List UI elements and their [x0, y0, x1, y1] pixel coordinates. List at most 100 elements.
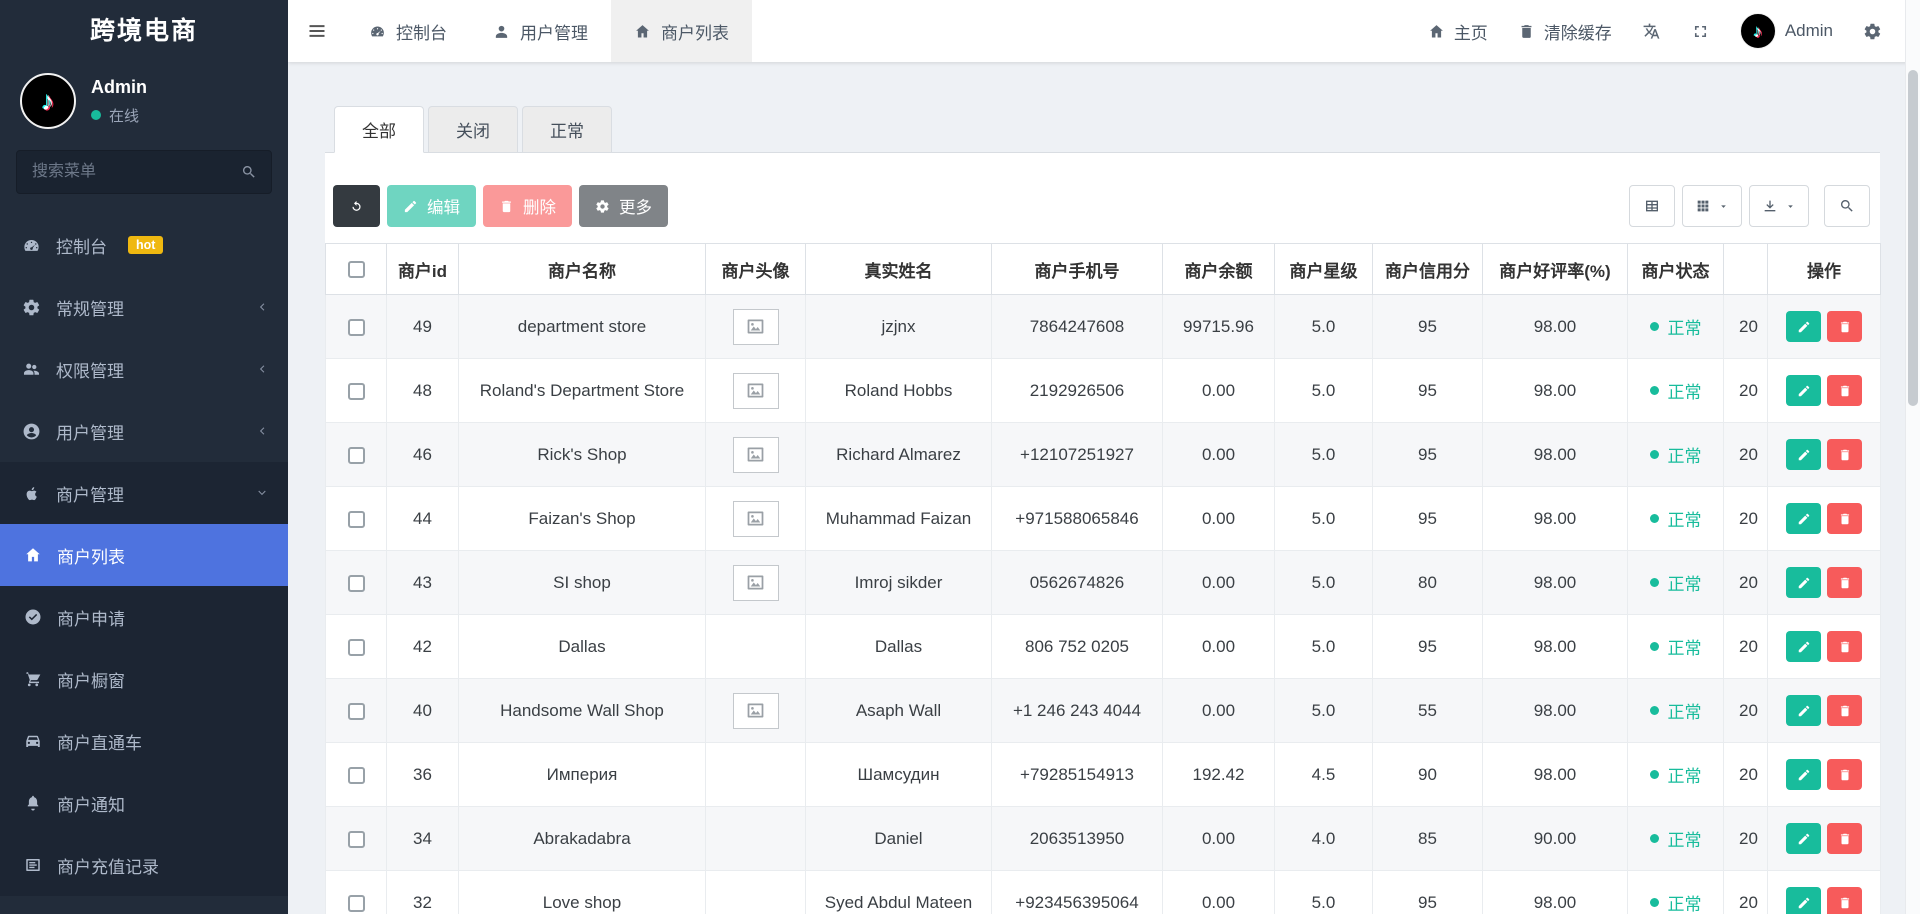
- select-all-checkbox[interactable]: [348, 261, 365, 278]
- language-button[interactable]: [1642, 22, 1661, 41]
- trash-icon: [1838, 768, 1852, 782]
- row-delete-button[interactable]: [1827, 375, 1862, 406]
- col-header-balance[interactable]: 商户余额: [1163, 244, 1275, 295]
- sidebar-item-general[interactable]: 常规管理: [0, 276, 288, 338]
- col-header-phone[interactable]: 商户手机号: [992, 244, 1163, 295]
- nav-tab-users[interactable]: 用户管理: [470, 0, 611, 62]
- more-button[interactable]: 更多: [579, 185, 668, 227]
- col-header-merchant-name[interactable]: 商户名称: [459, 244, 706, 295]
- broken-image-icon: [733, 309, 779, 345]
- col-header-merchant-avatar[interactable]: 商户头像: [706, 244, 806, 295]
- sidebar-item-merchant-notice[interactable]: 商户通知: [0, 772, 288, 834]
- status-dot-icon: [1650, 322, 1659, 331]
- row-delete-button[interactable]: [1827, 311, 1862, 342]
- common-search-toggle-button[interactable]: [1629, 185, 1675, 227]
- row-edit-button[interactable]: [1786, 375, 1821, 406]
- col-header-real-name[interactable]: 真实姓名: [806, 244, 992, 295]
- row-edit-button[interactable]: [1786, 503, 1821, 534]
- sidebar-item-dashboard[interactable]: 控制台 hot: [0, 214, 288, 276]
- row-edit-button[interactable]: [1786, 887, 1821, 914]
- refresh-button[interactable]: [333, 185, 380, 227]
- fullscreen-button[interactable]: [1691, 22, 1710, 41]
- user-avatar[interactable]: ♪: [20, 73, 76, 129]
- sidebar-item-merchant-apply[interactable]: 商户申请: [0, 586, 288, 648]
- filter-tab-normal[interactable]: 正常: [522, 106, 612, 153]
- star-cell: 5.0: [1275, 359, 1373, 423]
- row-checkbox[interactable]: [348, 639, 365, 656]
- edit-button[interactable]: 编辑: [387, 185, 476, 227]
- col-header-status[interactable]: 商户状态: [1628, 244, 1724, 295]
- pencil-icon: [1797, 448, 1811, 462]
- menu-search-input[interactable]: [16, 150, 272, 194]
- row-edit-button[interactable]: [1786, 311, 1821, 342]
- row-delete-button[interactable]: [1827, 759, 1862, 790]
- row-actions-cell: [1768, 359, 1881, 423]
- status-dot-icon: [1650, 514, 1659, 523]
- export-dropdown-button[interactable]: [1749, 185, 1809, 227]
- pencil-icon: [1797, 704, 1811, 718]
- row-select-cell: [326, 359, 387, 423]
- sidebar-item-users[interactable]: 用户管理: [0, 400, 288, 462]
- search-toggle-button[interactable]: [1824, 185, 1870, 227]
- home-link[interactable]: 主页: [1428, 19, 1488, 44]
- vertical-scrollbar[interactable]: [1905, 0, 1920, 914]
- row-delete-button[interactable]: [1827, 887, 1862, 914]
- row-edit-button[interactable]: [1786, 567, 1821, 598]
- row-delete-button[interactable]: [1827, 503, 1862, 534]
- balance-cell: 0.00: [1163, 551, 1275, 615]
- row-checkbox[interactable]: [348, 511, 365, 528]
- row-checkbox[interactable]: [348, 447, 365, 464]
- sidebar-item-merchants[interactable]: 商户管理: [0, 462, 288, 524]
- col-header-merchant-id[interactable]: 商户id: [387, 244, 459, 295]
- clear-cache-link[interactable]: 清除缓存: [1518, 19, 1612, 44]
- settings-button[interactable]: [1863, 22, 1882, 41]
- rate-cell: 98.00: [1483, 679, 1628, 743]
- status-badge: 正常: [1650, 890, 1702, 914]
- row-delete-button[interactable]: [1827, 567, 1862, 598]
- sidebar-item-merchant-express[interactable]: 商户直通车: [0, 710, 288, 772]
- nav-tab-merchant-list[interactable]: 商户列表: [611, 0, 752, 62]
- trash-icon: [1838, 640, 1852, 654]
- sidebar-item-permissions[interactable]: 权限管理: [0, 338, 288, 400]
- nav-tab-dashboard[interactable]: 控制台: [346, 0, 470, 62]
- row-delete-button[interactable]: [1827, 631, 1862, 662]
- row-checkbox[interactable]: [348, 895, 365, 912]
- pencil-icon: [1797, 640, 1811, 654]
- trash-icon: [499, 199, 514, 214]
- row-delete-button[interactable]: [1827, 439, 1862, 470]
- row-actions-cell: [1768, 615, 1881, 679]
- row-delete-button[interactable]: [1827, 823, 1862, 854]
- sidebar-toggle-button[interactable]: [288, 0, 346, 62]
- row-checkbox[interactable]: [348, 767, 365, 784]
- row-checkbox[interactable]: [348, 383, 365, 400]
- filter-tab-all[interactable]: 全部: [334, 106, 424, 153]
- row-edit-button[interactable]: [1786, 439, 1821, 470]
- user-menu[interactable]: ♪ Admin: [1740, 13, 1833, 49]
- sidebar-item-merchant-list[interactable]: 商户列表: [0, 524, 288, 586]
- row-edit-button[interactable]: [1786, 823, 1821, 854]
- delete-button[interactable]: 删除: [483, 185, 572, 227]
- grid-icon: [1695, 198, 1711, 214]
- status-cell: 正常: [1628, 679, 1724, 743]
- col-header-star[interactable]: 商户星级: [1275, 244, 1373, 295]
- col-header-credit[interactable]: 商户信用分: [1373, 244, 1483, 295]
- col-header-rate[interactable]: 商户好评率(%): [1483, 244, 1628, 295]
- row-edit-button[interactable]: [1786, 695, 1821, 726]
- row-edit-button[interactable]: [1786, 759, 1821, 790]
- row-checkbox[interactable]: [348, 703, 365, 720]
- merchant-id-cell: 46: [387, 423, 459, 487]
- row-checkbox[interactable]: [348, 575, 365, 592]
- row-checkbox[interactable]: [348, 319, 365, 336]
- scrollbar-thumb[interactable]: [1908, 70, 1918, 406]
- row-delete-button[interactable]: [1827, 695, 1862, 726]
- row-checkbox[interactable]: [348, 831, 365, 848]
- columns-dropdown-button[interactable]: [1682, 185, 1742, 227]
- sidebar-item-merchant-recharge-records[interactable]: 商户充值记录: [0, 834, 288, 896]
- caret-down-icon: [1718, 201, 1729, 212]
- table-options: [1629, 185, 1870, 227]
- row-select-cell: [326, 551, 387, 615]
- sidebar-item-merchant-showcase[interactable]: 商户橱窗: [0, 648, 288, 710]
- row-edit-button[interactable]: [1786, 631, 1821, 662]
- star-cell: 5.0: [1275, 551, 1373, 615]
- filter-tab-closed[interactable]: 关闭: [428, 106, 518, 153]
